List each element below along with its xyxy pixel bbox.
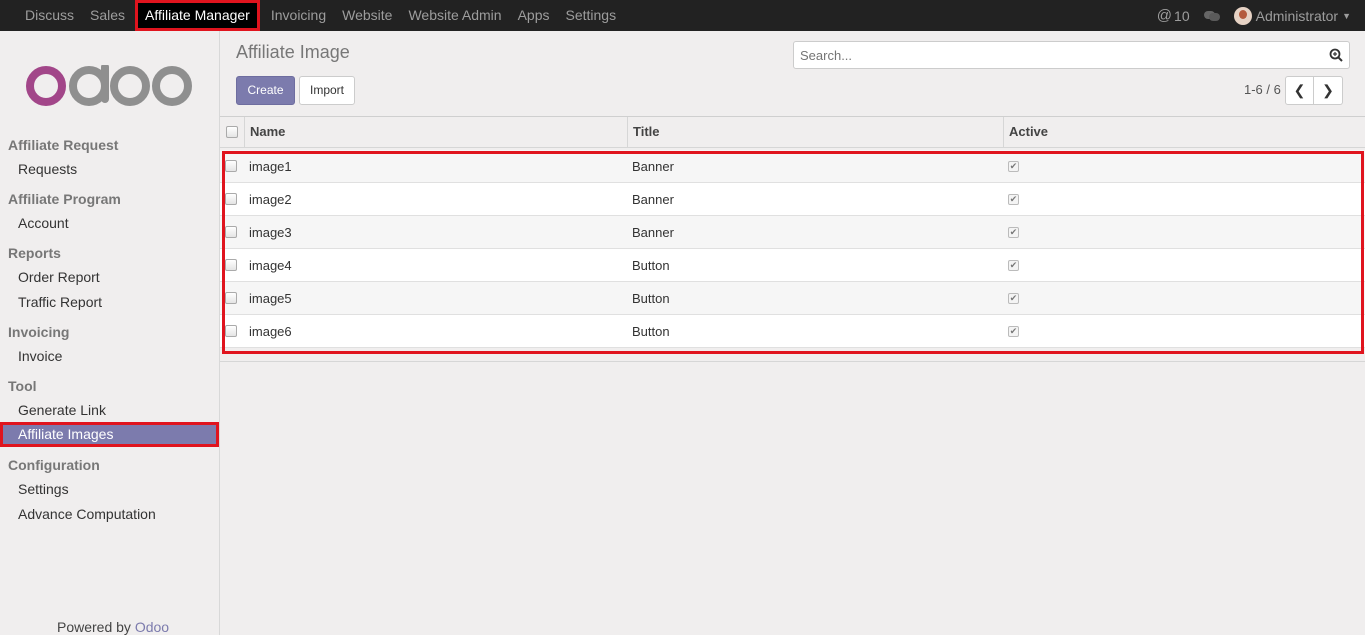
column-divider <box>627 117 628 147</box>
column-header-active[interactable]: Active <box>1009 117 1048 147</box>
column-divider <box>244 117 245 147</box>
notification-count: 10 <box>1174 7 1190 24</box>
list-footer-divider <box>220 361 1365 362</box>
chat-bubbles-icon <box>1203 10 1220 22</box>
odoo-logo <box>26 65 192 106</box>
table-row[interactable]: image5 Button ✔ <box>220 282 1365 315</box>
menu-website[interactable]: Website <box>334 0 400 31</box>
section-invoicing: Invoicing <box>8 324 70 340</box>
table-header: Name Title Active <box>220 117 1365 148</box>
powered-by-label: Powered by <box>57 619 131 635</box>
cell-title: Button <box>632 324 670 339</box>
cell-name: image2 <box>249 192 292 207</box>
section-configuration: Configuration <box>8 457 100 473</box>
powered-by: Powered by Odoo <box>57 619 169 635</box>
avatar <box>1233 6 1252 25</box>
active-checkmark-icon: ✔ <box>1008 260 1019 271</box>
table-row[interactable]: image6 Button ✔ <box>220 315 1365 348</box>
row-checkbox[interactable] <box>225 292 237 304</box>
mentions-button[interactable]: @ 10 <box>1157 7 1190 24</box>
sidebar-item-account[interactable]: Account <box>0 211 219 236</box>
import-button[interactable]: Import <box>299 76 355 105</box>
sidebar-item-affiliate-images[interactable]: Affiliate Images <box>0 422 219 447</box>
systray: @ 10 Administrator ▼ <box>1157 0 1365 31</box>
app-menu: Discuss Sales Affiliate Manager Invoicin… <box>17 0 624 31</box>
column-header-name[interactable]: Name <box>250 117 285 147</box>
pager-value[interactable]: 1-6 / 6 <box>1244 82 1281 97</box>
active-checkmark-icon: ✔ <box>1008 326 1019 337</box>
chevron-right-icon: ❯ <box>1322 82 1334 98</box>
main-content: Affiliate Image Create Import 1-6 / 6 ❮ … <box>220 31 1365 635</box>
user-menu[interactable]: Administrator ▼ <box>1233 6 1351 25</box>
menu-sales[interactable]: Sales <box>82 0 133 31</box>
active-checkmark-icon: ✔ <box>1008 194 1019 205</box>
active-checkmark-icon: ✔ <box>1008 161 1019 172</box>
menu-affiliate-manager[interactable]: Affiliate Manager <box>135 0 260 31</box>
create-button[interactable]: Create <box>236 76 295 105</box>
chat-button[interactable] <box>1203 10 1220 22</box>
cell-title: Banner <box>632 159 674 174</box>
cell-name: image1 <box>249 159 292 174</box>
user-name: Administrator <box>1255 7 1339 24</box>
top-navbar: Discuss Sales Affiliate Manager Invoicin… <box>0 0 1365 31</box>
menu-apps[interactable]: Apps <box>510 0 558 31</box>
at-icon: @ <box>1156 7 1173 24</box>
section-tool: Tool <box>8 378 37 394</box>
active-checkmark-icon: ✔ <box>1008 227 1019 238</box>
menu-website-admin[interactable]: Website Admin <box>400 0 509 31</box>
cell-name: image3 <box>249 225 292 240</box>
row-checkbox[interactable] <box>225 226 237 238</box>
row-checkbox[interactable] <box>225 259 237 271</box>
sidebar: Affiliate Request Requests Affiliate Pro… <box>0 31 220 635</box>
cell-title: Button <box>632 291 670 306</box>
select-all-checkbox[interactable] <box>226 126 238 138</box>
sidebar-item-requests[interactable]: Requests <box>0 157 219 182</box>
pager-previous-button[interactable]: ❮ <box>1285 76 1314 105</box>
table-row[interactable]: image2 Banner ✔ <box>220 183 1365 216</box>
table-row[interactable]: image1 Banner ✔ <box>220 150 1365 183</box>
menu-invoicing[interactable]: Invoicing <box>263 0 334 31</box>
table-row[interactable]: image4 Button ✔ <box>220 249 1365 282</box>
sidebar-item-settings[interactable]: Settings <box>0 477 219 502</box>
row-checkbox[interactable] <box>225 160 237 172</box>
search-box <box>793 41 1350 69</box>
menu-settings[interactable]: Settings <box>558 0 625 31</box>
section-reports: Reports <box>8 245 61 261</box>
cell-name: image4 <box>249 258 292 273</box>
pager-next-button[interactable]: ❯ <box>1314 76 1343 105</box>
sidebar-item-order-report[interactable]: Order Report <box>0 265 219 290</box>
cell-title: Button <box>632 258 670 273</box>
cell-name: image5 <box>249 291 292 306</box>
page-title: Affiliate Image <box>236 42 350 62</box>
cell-name: image6 <box>249 324 292 339</box>
search-icon[interactable] <box>1329 48 1343 62</box>
search-input[interactable] <box>794 42 1314 68</box>
sidebar-item-generate-link[interactable]: Generate Link <box>0 398 219 423</box>
table-row[interactable]: image3 Banner ✔ <box>220 216 1365 249</box>
menu-discuss[interactable]: Discuss <box>17 0 82 31</box>
section-affiliate-program: Affiliate Program <box>8 191 121 207</box>
cell-title: Banner <box>632 225 674 240</box>
caret-down-icon: ▼ <box>1342 10 1351 21</box>
column-divider <box>1003 117 1004 147</box>
sidebar-item-advance-computation[interactable]: Advance Computation <box>0 502 219 527</box>
sidebar-item-traffic-report[interactable]: Traffic Report <box>0 290 219 315</box>
column-header-title[interactable]: Title <box>633 117 660 147</box>
row-checkbox[interactable] <box>225 325 237 337</box>
section-affiliate-request: Affiliate Request <box>8 137 119 153</box>
powered-by-odoo-link[interactable]: Odoo <box>135 619 169 635</box>
active-checkmark-icon: ✔ <box>1008 293 1019 304</box>
sidebar-item-invoice[interactable]: Invoice <box>0 344 219 369</box>
chevron-left-icon: ❮ <box>1293 82 1306 98</box>
pager-buttons: ❮ ❯ <box>1285 76 1343 105</box>
row-checkbox[interactable] <box>225 193 237 205</box>
cell-title: Banner <box>632 192 674 207</box>
